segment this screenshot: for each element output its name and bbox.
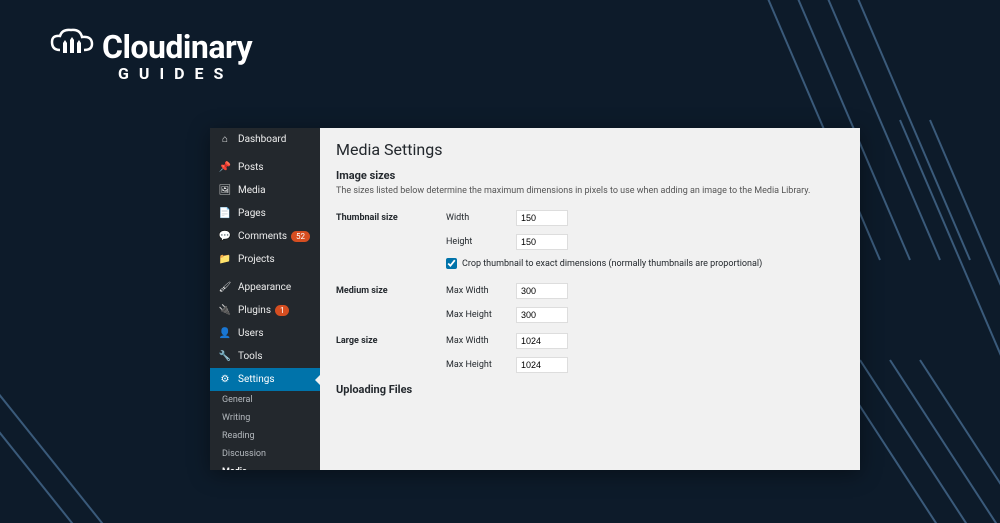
sub-writing[interactable]: Writing [210, 409, 320, 427]
admin-sidebar: ⌂Dashboard 📌Posts 🖼Media 📄Pages 💬Comment… [210, 128, 320, 470]
medium-maxw-input[interactable] [516, 283, 568, 299]
nav-dashboard[interactable]: ⌂Dashboard [210, 128, 320, 151]
nav-comments[interactable]: 💬Comments52 [210, 225, 320, 248]
large-maxw-label: Max Width [446, 336, 516, 346]
settings-icon: ⚙ [218, 374, 232, 385]
nav-media[interactable]: 🖼Media [210, 179, 320, 202]
page-icon: 📄 [218, 208, 232, 219]
logo-text: Cloudinary [102, 28, 252, 66]
page-title: Media Settings [336, 140, 844, 159]
section-image-sizes: Image sizes [336, 169, 844, 182]
section-uploading: Uploading Files [336, 383, 844, 396]
users-icon: 👤 [218, 328, 232, 339]
sub-media[interactable]: Media [210, 463, 320, 470]
cloud-icon [50, 28, 96, 66]
appearance-icon: 🖌 [218, 282, 232, 293]
plugins-badge: 1 [275, 305, 290, 316]
wp-admin-panel: ⌂Dashboard 📌Posts 🖼Media 📄Pages 💬Comment… [210, 128, 860, 470]
nav-posts[interactable]: 📌Posts [210, 156, 320, 179]
medium-maxh-label: Max Height [446, 310, 516, 320]
settings-content: Media Settings Image sizes The sizes lis… [320, 128, 860, 470]
large-group: Large size Max Width Max Height [336, 333, 844, 373]
sub-reading[interactable]: Reading [210, 427, 320, 445]
thumb-height-input[interactable] [516, 234, 568, 250]
nav-settings[interactable]: ⚙Settings [210, 368, 320, 391]
pin-icon: 📌 [218, 162, 232, 173]
thumb-label: Thumbnail size [336, 213, 446, 223]
thumb-width-input[interactable] [516, 210, 568, 226]
section-description: The sizes listed below determine the max… [336, 186, 844, 196]
large-maxh-input[interactable] [516, 357, 568, 373]
plugin-icon: 🔌 [218, 305, 232, 316]
comment-icon: 💬 [218, 231, 232, 242]
nav-users[interactable]: 👤Users [210, 322, 320, 345]
medium-group: Medium size Max Width Max Height [336, 283, 844, 323]
nav-pages[interactable]: 📄Pages [210, 202, 320, 225]
thumbnail-group: Thumbnail size Width Height Crop thumbna… [336, 210, 844, 269]
media-icon: 🖼 [218, 185, 232, 196]
sub-general[interactable]: General [210, 391, 320, 409]
crop-checkbox[interactable] [446, 258, 457, 269]
nav-projects[interactable]: 📁Projects [210, 248, 320, 271]
tools-icon: 🔧 [218, 351, 232, 362]
thumb-width-label: Width [446, 213, 516, 223]
brand-logo: Cloudinary GUIDES [50, 28, 252, 83]
logo-subtitle: GUIDES [118, 64, 252, 83]
nav-tools[interactable]: 🔧Tools [210, 345, 320, 368]
large-maxw-input[interactable] [516, 333, 568, 349]
nav-plugins[interactable]: 🔌Plugins1 [210, 299, 320, 322]
medium-maxw-label: Max Width [446, 286, 516, 296]
large-label: Large size [336, 336, 446, 346]
medium-maxh-input[interactable] [516, 307, 568, 323]
crop-label: Crop thumbnail to exact dimensions (norm… [462, 259, 762, 269]
dashboard-icon: ⌂ [218, 134, 232, 145]
comments-badge: 52 [291, 231, 310, 242]
sub-discussion[interactable]: Discussion [210, 445, 320, 463]
projects-icon: 📁 [218, 254, 232, 265]
large-maxh-label: Max Height [446, 360, 516, 370]
thumb-height-label: Height [446, 237, 516, 247]
medium-label: Medium size [336, 286, 446, 296]
nav-appearance[interactable]: 🖌Appearance [210, 276, 320, 299]
